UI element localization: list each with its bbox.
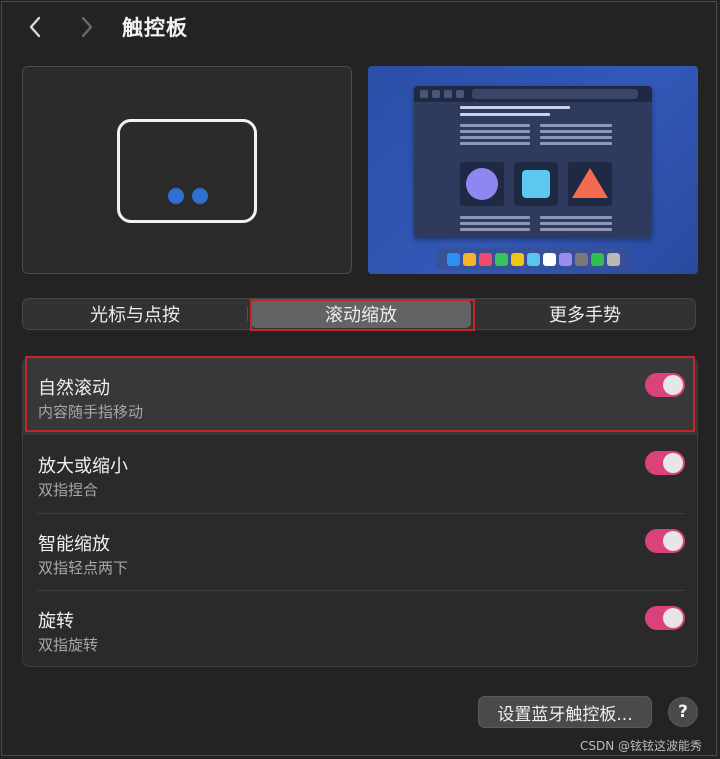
- trackpad-illustration: [117, 119, 257, 223]
- trackpad-gesture-preview: [22, 66, 352, 274]
- chevron-left-icon: [29, 16, 41, 38]
- help-button[interactable]: ?: [668, 697, 698, 727]
- demo-text-line: [460, 130, 530, 133]
- zoom-in-out-toggle[interactable]: [645, 451, 685, 475]
- demo-address-bar: [472, 89, 638, 99]
- demo-text-line: [460, 124, 530, 127]
- dock-app-icon: [606, 252, 620, 266]
- forward-button[interactable]: [72, 12, 102, 42]
- dock-app-icon: [478, 252, 492, 266]
- triangle-shape-icon: [572, 168, 608, 198]
- demo-window-toolbar: [414, 86, 652, 102]
- tab-highlight-annotation: [250, 299, 475, 331]
- setting-highlight-annotation: [25, 356, 695, 432]
- tab-divider: [247, 307, 248, 321]
- toolbar: 触控板: [0, 0, 720, 56]
- setting-row-rotate: 旋转 双指旋转: [23, 591, 697, 666]
- demo-text-line: [460, 142, 530, 145]
- demo-text-line: [460, 216, 530, 219]
- setting-title: 放大或缩小: [38, 456, 128, 477]
- dock-app-icon: [446, 252, 460, 266]
- dock-app-icon: [558, 252, 572, 266]
- tab-more-gestures[interactable]: 更多手势: [473, 299, 697, 329]
- circle-shape-icon: [466, 168, 498, 200]
- dock-app-icon: [574, 252, 588, 266]
- demo-text-line: [540, 216, 612, 219]
- toggle-knob: [663, 453, 683, 473]
- dock-app-icon: [494, 252, 508, 266]
- tab-point-and-click[interactable]: 光标与点按: [23, 299, 247, 329]
- demo-text-line: [460, 106, 570, 109]
- dock-app-icon: [462, 252, 476, 266]
- demo-text-line: [540, 222, 612, 225]
- window-title: 触控板: [122, 16, 188, 40]
- setting-title: 旋转: [38, 611, 74, 632]
- demo-card: [568, 162, 612, 206]
- watermark: CSDN @铉铉这波能秀: [580, 739, 703, 753]
- square-shape-icon: [522, 170, 550, 198]
- finger-dot-icon: [192, 188, 208, 204]
- gesture-demo-preview: [368, 66, 698, 274]
- demo-text-line: [540, 124, 612, 127]
- chevron-right-icon: [81, 16, 93, 38]
- demo-browser-window: [414, 86, 652, 238]
- setting-title: 智能缩放: [38, 534, 110, 555]
- dock-app-icon: [542, 252, 556, 266]
- finger-dot-icon: [168, 188, 184, 204]
- setting-description: 双指捏合: [38, 481, 99, 499]
- setting-row-smart-zoom: 智能缩放 双指轻点两下: [23, 514, 697, 591]
- demo-text-line: [460, 136, 530, 139]
- dock-app-icon: [590, 252, 604, 266]
- demo-card: [460, 162, 504, 206]
- setting-row-zoom-in-out: 放大或缩小 双指捏合: [23, 436, 697, 513]
- setting-description: 双指轻点两下: [38, 559, 129, 577]
- demo-text-line: [460, 228, 530, 231]
- back-button[interactable]: [20, 12, 50, 42]
- demo-text-line: [540, 136, 612, 139]
- demo-text-line: [540, 228, 612, 231]
- demo-dock: [436, 248, 630, 270]
- dock-app-icon: [526, 252, 540, 266]
- setting-description: 双指旋转: [38, 636, 99, 654]
- toggle-knob: [663, 531, 683, 551]
- toggle-knob: [663, 608, 683, 628]
- demo-text-line: [540, 130, 612, 133]
- rotate-toggle[interactable]: [645, 606, 685, 630]
- demo-text-line: [460, 113, 550, 116]
- dock-app-icon: [510, 252, 524, 266]
- demo-card: [514, 162, 558, 206]
- smart-zoom-toggle[interactable]: [645, 529, 685, 553]
- demo-text-line: [540, 142, 612, 145]
- demo-text-line: [460, 222, 530, 225]
- setup-bluetooth-trackpad-button[interactable]: 设置蓝牙触控板...: [478, 696, 652, 728]
